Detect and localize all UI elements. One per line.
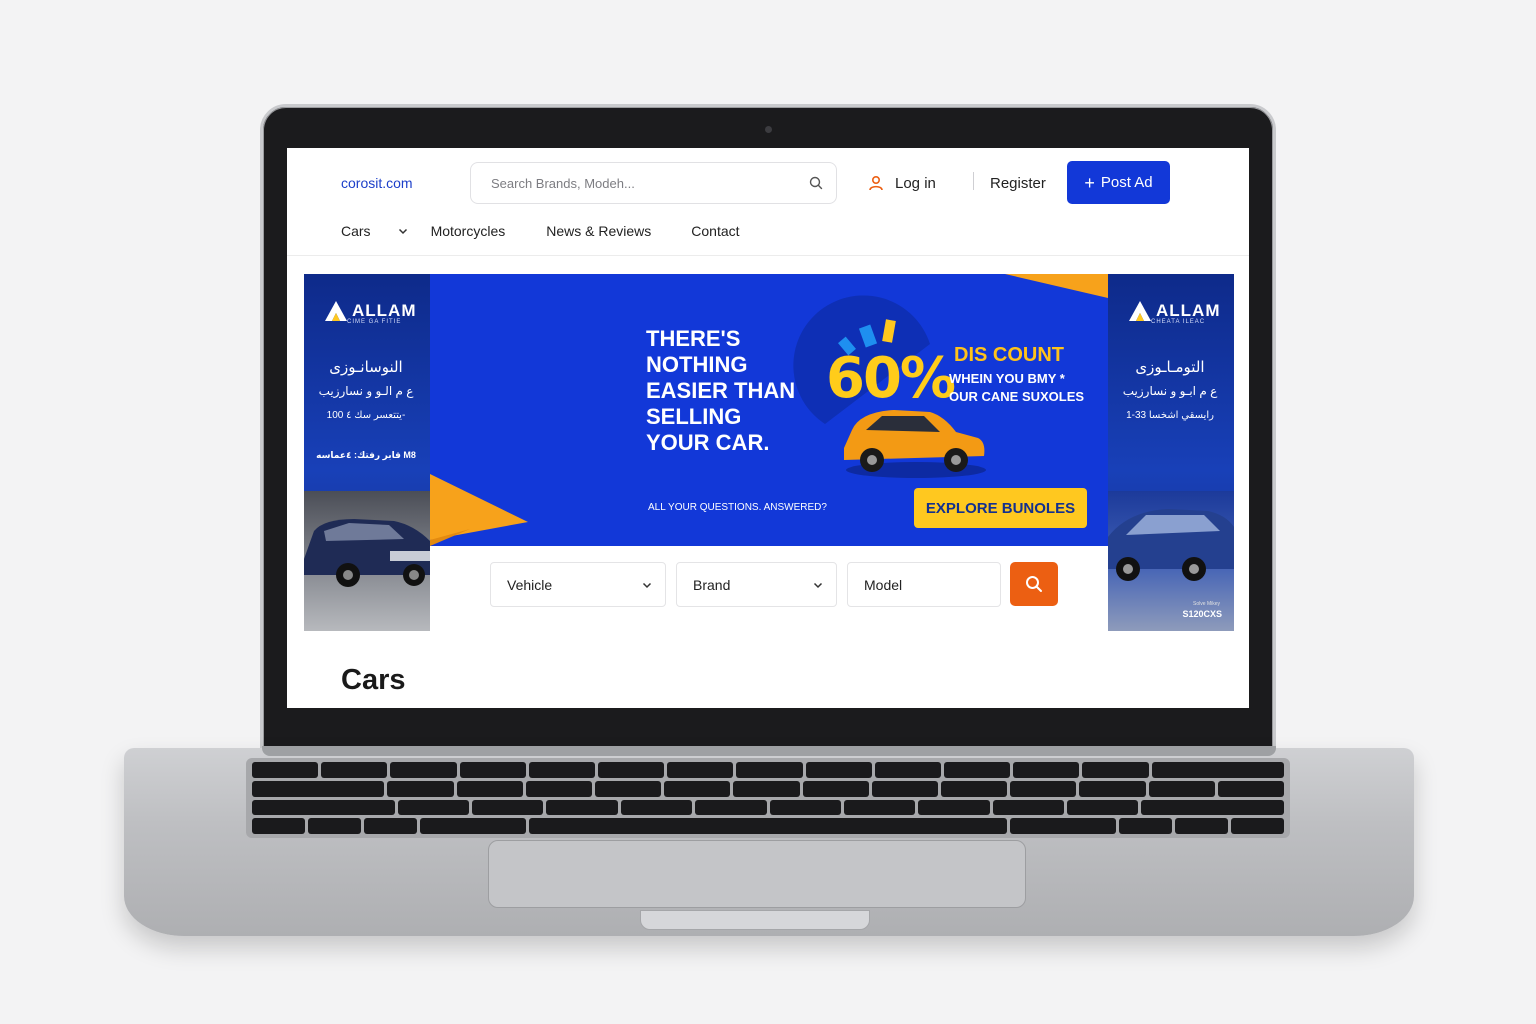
ad-line-2: ع م ابـو و نسارزيب [1122,384,1218,398]
laptop-hinge [262,746,1276,756]
search-icon[interactable] [808,175,824,191]
suv-car-icon [1108,509,1234,581]
ad-line-3: يتتعسر سك ٤ 100- [326,410,406,421]
ad-brand-name: ALLAM [352,301,417,320]
ad-line-2: ع م الـو و نسارزيب [318,384,414,398]
section-title: Cars [341,664,406,696]
search-icon [1026,576,1042,592]
nav-item-motorcycles[interactable]: Motorcycles [431,223,506,239]
ad-line-1: التومـاـوزى [1135,359,1205,376]
hero-question: ALL YOUR QUESTIONS. ANSWERED? [648,502,827,513]
lid-notch [640,910,870,930]
hero-discount-line2: OUR CANE SUXOLES [949,389,1085,404]
nav-news-label: News & Reviews [546,223,652,239]
brand-select[interactable]: Brand [676,562,837,607]
hero-discount-title: DIS COUNT [954,344,1064,366]
vehicle-select-value: Vehicle [507,576,553,593]
hero-percent: 60% [826,346,956,411]
ad-line-4: قابر رفتك: ٤عماسه M8 [316,450,416,460]
brand-select-value: Brand [693,576,731,593]
ad-car-image [304,491,430,631]
allam-logo-icon [325,301,347,321]
site-logo[interactable]: corosit.com [341,175,413,191]
main-nav: Cars Motorcycles News & Reviews Contact [341,223,740,239]
right-side-ad[interactable]: ALLAM CHEATA ILEAC التومـاـوزى ع م ابـو … [1108,274,1234,631]
ad-line-3: رايسقي اشخسا 33-1 [1126,410,1214,421]
login-link[interactable]: Log in [867,174,936,192]
hero-discount-text: WHEIN YOU BMY * OUR CANE SUXOLES [949,370,1084,406]
ad-line-1: النوسانـوزى [329,359,403,376]
post-ad-button[interactable]: + Post Ad [1067,161,1170,204]
hero-headline: THERE'S NOTHING EASIER THAN SELLING YOUR… [646,326,796,455]
site-header: corosit.com Log in Register + Post Ad Ca… [287,148,1249,256]
plus-icon: + [1084,172,1095,193]
webcam [765,126,772,133]
header-divider [973,172,974,190]
chevron-down-icon[interactable] [397,225,409,237]
chevron-down-icon [813,582,823,588]
nav-contact-label: Contact [691,223,740,239]
trackpad [488,840,1026,908]
post-ad-label: Post Ad [1100,174,1153,191]
login-label: Log in [895,174,936,192]
model-field[interactable]: Model [847,562,1001,607]
hero-banner[interactable]: THERE'S NOTHING EASIER THAN SELLING YOUR… [430,274,1108,546]
vehicle-select[interactable]: Vehicle [490,562,666,607]
nav-item-news-reviews[interactable]: News & Reviews [546,223,651,239]
orange-suv-icon [844,410,986,478]
model-field-value: Model [864,576,903,593]
ad-brand-name: ALLAM [1156,301,1221,320]
nav-motorcycles-label: Motorcycles [430,223,506,239]
user-icon [869,175,883,191]
browser-screen: corosit.com Log in Register + Post Ad Ca… [287,148,1249,708]
ad-model-sub: Solve Mikey [1193,601,1220,607]
ad-model: S120CXS [1182,609,1222,619]
ad-brand-sub: CIME GA FITIE [347,319,402,325]
search-box[interactable] [470,162,837,204]
ad-car-image: Solve Mikey S120CXS [1108,491,1234,631]
hero-discount-line1: WHEIN YOU BMY * [949,371,1065,386]
search-input[interactable] [471,163,791,203]
sedan-car-icon [304,519,430,587]
keyboard [246,758,1290,838]
explore-button[interactable]: EXPLORE BUNOLES [914,488,1087,528]
nav-cars-label: Cars [341,223,371,239]
left-side-ad[interactable]: ALLAM CIME GA FITIE النوسانـوزى ع م الـو… [304,274,430,631]
filter-search-button[interactable] [1010,562,1058,606]
ad-brand-sub: CHEATA ILEAC [1151,319,1206,325]
nav-item-contact[interactable]: Contact [691,223,739,239]
allam-logo-icon [1129,301,1151,321]
chevron-down-icon [642,582,652,588]
nav-item-cars[interactable]: Cars [341,223,409,239]
register-link[interactable]: Register [990,175,1046,192]
